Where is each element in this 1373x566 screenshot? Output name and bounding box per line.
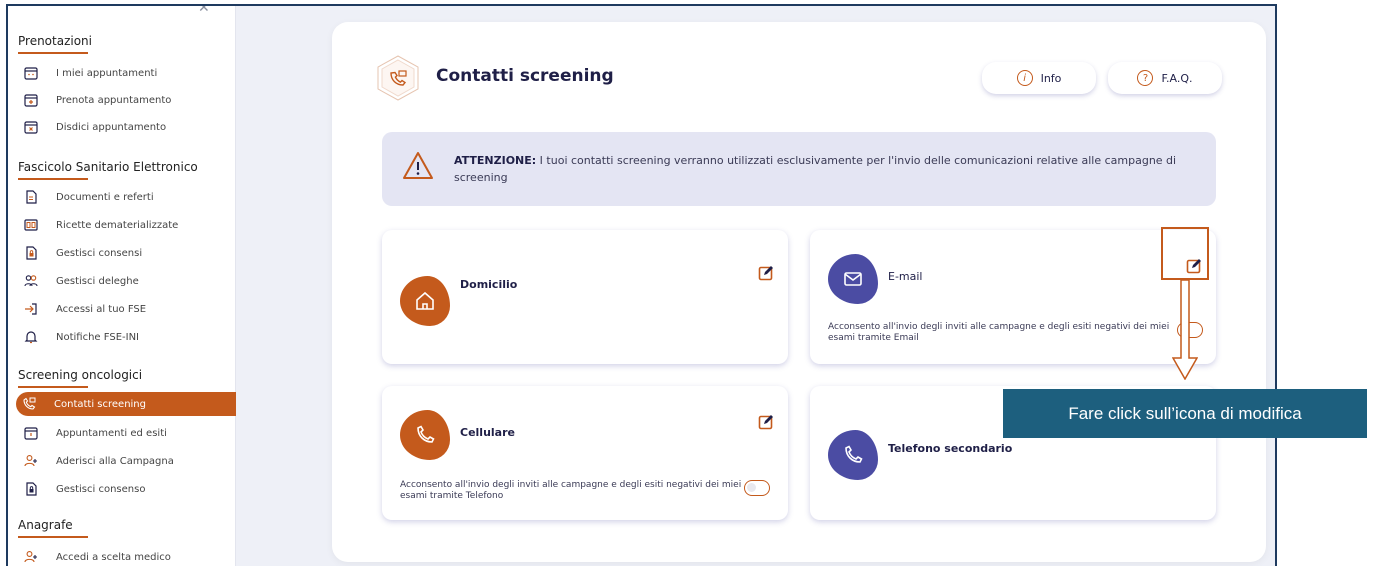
bell-icon [24, 330, 38, 344]
section-underline [18, 386, 88, 388]
sidebar-item-label: Appuntamenti ed esiti [56, 427, 167, 439]
sidebar-item-label: Ricette dematerializzate [56, 219, 179, 231]
sidebar-item-miei-appuntamenti[interactable]: I miei appuntamenti [18, 62, 234, 84]
section-underline [18, 536, 88, 538]
home-icon [400, 276, 450, 326]
lock-document-icon [24, 482, 38, 496]
sidebar: ✕ Prenotazioni I miei appuntamenti Preno… [8, 6, 236, 566]
info-button-label: Info [1040, 71, 1062, 85]
sidebar-item-gestisci-consenso[interactable]: Gestisci consenso [18, 478, 234, 500]
section-underline [18, 52, 88, 54]
attention-alert: ATTENZIONE: I tuoi contatti screening ve… [382, 132, 1216, 206]
phone-icon [400, 410, 450, 460]
phone-icon [828, 430, 878, 480]
sidebar-item-prenota[interactable]: Prenota appuntamento [18, 89, 234, 111]
sidebar-item-label: Gestisci consensi [56, 247, 143, 259]
sidebar-item-label: Prenota appuntamento [56, 94, 172, 106]
calendar-icon [24, 66, 38, 80]
sidebar-item-consensi[interactable]: Gestisci consensi [18, 242, 234, 264]
section-title-prenotazioni: Prenotazioni [18, 34, 92, 48]
sidebar-item-ricette[interactable]: Ricette dematerializzate [18, 214, 234, 236]
sidebar-item-appuntamenti-esiti[interactable]: Appuntamenti ed esiti [18, 422, 234, 444]
sidebar-item-label: Disdici appuntamento [56, 121, 167, 133]
tile-title: Telefono secondario [888, 442, 1013, 455]
main-card: Contatti screening i Info ? F.A.Q. ATTEN… [332, 22, 1266, 562]
user-plus-icon [24, 454, 38, 468]
tile-domicilio: Domicilio [382, 230, 788, 364]
sidebar-item-label: Accedi a scelta medico [56, 551, 171, 563]
calendar-x-icon [24, 120, 38, 134]
sidebar-item-label: Gestisci deleghe [56, 275, 139, 287]
edit-icon[interactable] [758, 265, 774, 281]
alert-body: I tuoi contatti screening verranno utili… [454, 154, 1177, 184]
sidebar-item-contatti-screening[interactable]: Contatti screening [16, 392, 236, 416]
arrow-down-icon [1172, 280, 1198, 380]
user-plus-icon [24, 550, 38, 564]
consent-toggle[interactable] [744, 480, 770, 496]
faq-button-label: F.A.Q. [1161, 71, 1193, 85]
tile-cellulare: Cellulare Acconsento all'invio degli inv… [382, 386, 788, 520]
sidebar-item-label: Documenti e referti [56, 191, 154, 203]
mail-icon [828, 254, 878, 304]
alert-text: ATTENZIONE: I tuoi contatti screening ve… [454, 152, 1194, 186]
close-icon[interactable]: ✕ [198, 6, 210, 16]
sidebar-item-scelta-medico[interactable]: Accedi a scelta medico [18, 546, 234, 566]
edit-icon[interactable] [758, 414, 774, 430]
calendar-results-icon [24, 426, 38, 440]
info-button[interactable]: i Info [982, 62, 1096, 94]
sidebar-item-aderisci[interactable]: Aderisci alla Campagna [18, 450, 234, 472]
warning-icon [402, 150, 434, 182]
callout-box: Fare click sull’icona di modifica [1003, 389, 1367, 438]
app-frame: ✕ Prenotazioni I miei appuntamenti Preno… [6, 4, 1277, 566]
lock-document-icon [24, 246, 38, 260]
info-icon: i [1016, 70, 1033, 86]
faq-button[interactable]: ? F.A.Q. [1108, 62, 1222, 94]
section-underline [18, 178, 88, 180]
tile-title: Cellulare [460, 426, 515, 439]
section-title-fse: Fascicolo Sanitario Elettronico [18, 160, 198, 174]
sidebar-item-deleghe[interactable]: Gestisci deleghe [18, 270, 234, 292]
question-icon: ? [1137, 70, 1154, 86]
sidebar-item-label: Notifiche FSE-INI [56, 331, 139, 343]
login-icon [24, 302, 38, 316]
phone-mail-icon [22, 397, 36, 411]
sidebar-item-documenti[interactable]: Documenti e referti [18, 186, 234, 208]
page-title: Contatti screening [436, 66, 614, 86]
alert-strong: ATTENZIONE: [454, 154, 537, 167]
section-title-screening: Screening oncologici [18, 368, 143, 382]
highlight-box [1161, 227, 1209, 280]
prescription-icon [24, 218, 38, 232]
sidebar-item-disdici[interactable]: Disdici appuntamento [18, 116, 234, 138]
tile-email: E-mail Acconsento all'invio degli inviti… [810, 230, 1216, 364]
sidebar-item-notifiche[interactable]: Notifiche FSE-INI [18, 326, 234, 348]
sidebar-item-label: I miei appuntamenti [56, 67, 158, 79]
contact-screening-icon [374, 54, 422, 102]
document-icon [24, 190, 38, 204]
sidebar-item-label: Gestisci consenso [56, 483, 146, 495]
sidebar-item-accessi[interactable]: Accessi al tuo FSE [18, 298, 234, 320]
calendar-plus-icon [24, 93, 38, 107]
users-icon [24, 274, 38, 288]
sidebar-item-label: Contatti screening [54, 398, 146, 410]
consent-text: Acconsento all'invio degli inviti alle c… [400, 480, 742, 501]
tile-title: Domicilio [460, 278, 518, 291]
section-title-anagrafe: Anagrafe [18, 518, 73, 532]
consent-text: Acconsento all'invio degli inviti alle c… [828, 322, 1170, 343]
sidebar-item-label: Aderisci alla Campagna [56, 455, 174, 467]
sidebar-item-label: Accessi al tuo FSE [56, 303, 147, 315]
tile-title: E-mail [888, 270, 923, 283]
